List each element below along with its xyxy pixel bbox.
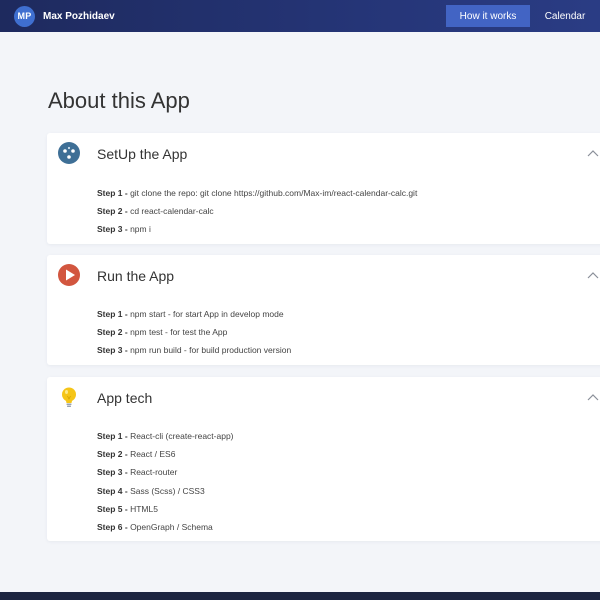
accordion-title-setup: SetUp the App	[97, 146, 188, 162]
page-title: About this App	[48, 88, 190, 113]
step-item: Step 1 - React-cli (create-react-app)	[97, 431, 234, 441]
step-item: Step 2 - cd react-calendar-calc	[97, 206, 214, 217]
steps-list-run: Step 1 - npm start - for start App in de…	[97, 308, 291, 363]
accordion-title-tech: App tech	[97, 390, 153, 406]
lightbulb-icon	[62, 387, 76, 407]
avatar: MP	[14, 5, 35, 27]
step-item: Step 6 - OpenGraph / Schema	[97, 521, 213, 532]
accordion-header-setup[interactable]: SetUp the App	[47, 133, 600, 173]
step-item: Step 5 - HTML5	[97, 503, 158, 514]
step-item: Step 1 - npm start - for start App in de…	[97, 309, 284, 319]
play-icon	[58, 264, 80, 286]
step-item: Step 2 - React / ES6	[97, 449, 176, 460]
step-item: Step 3 - React-router	[97, 467, 178, 478]
accordion-header-tech[interactable]: App tech	[47, 377, 600, 417]
step-item: Step 1 - git clone the repo: git clone h…	[97, 188, 418, 198]
step-item: Step 4 - Sass (Scss) / CSS3	[97, 485, 205, 496]
user-brand[interactable]: MP Max Pozhidaev	[14, 5, 115, 27]
top-navbar: MP Max Pozhidaev How it works Calendar	[0, 0, 600, 32]
accordion-setup: SetUp the App Step 1 - git clone the rep…	[47, 133, 600, 244]
accordion-tech: App tech Step 1 - React-cli (create-reac…	[47, 377, 600, 541]
footer-band	[0, 592, 600, 600]
nav-link-calendar[interactable]: Calendar	[530, 5, 600, 27]
chevron-up-icon[interactable]	[587, 393, 599, 401]
chevron-up-icon[interactable]	[587, 149, 599, 157]
user-name: Max Pozhidaev	[43, 10, 115, 22]
nav-links: How it works Calendar	[446, 0, 600, 32]
step-item: Step 3 - npm run build - for build produ…	[97, 345, 292, 356]
nav-link-how-it-works[interactable]: How it works	[446, 5, 530, 27]
accordion-header-run[interactable]: Run the App	[47, 255, 600, 295]
chevron-up-icon[interactable]	[587, 271, 599, 279]
step-item: Step 2 - npm test - for test the App	[97, 327, 228, 338]
setup-icon	[58, 142, 80, 164]
steps-list-setup: Step 1 - git clone the repo: git clone h…	[97, 187, 417, 242]
step-item: Step 3 - npm i	[97, 224, 151, 235]
steps-list-tech: Step 1 - React-cli (create-react-app) St…	[97, 430, 234, 539]
accordion-run: Run the App Step 1 - npm start - for sta…	[47, 255, 600, 365]
accordion-title-run: Run the App	[97, 268, 175, 284]
